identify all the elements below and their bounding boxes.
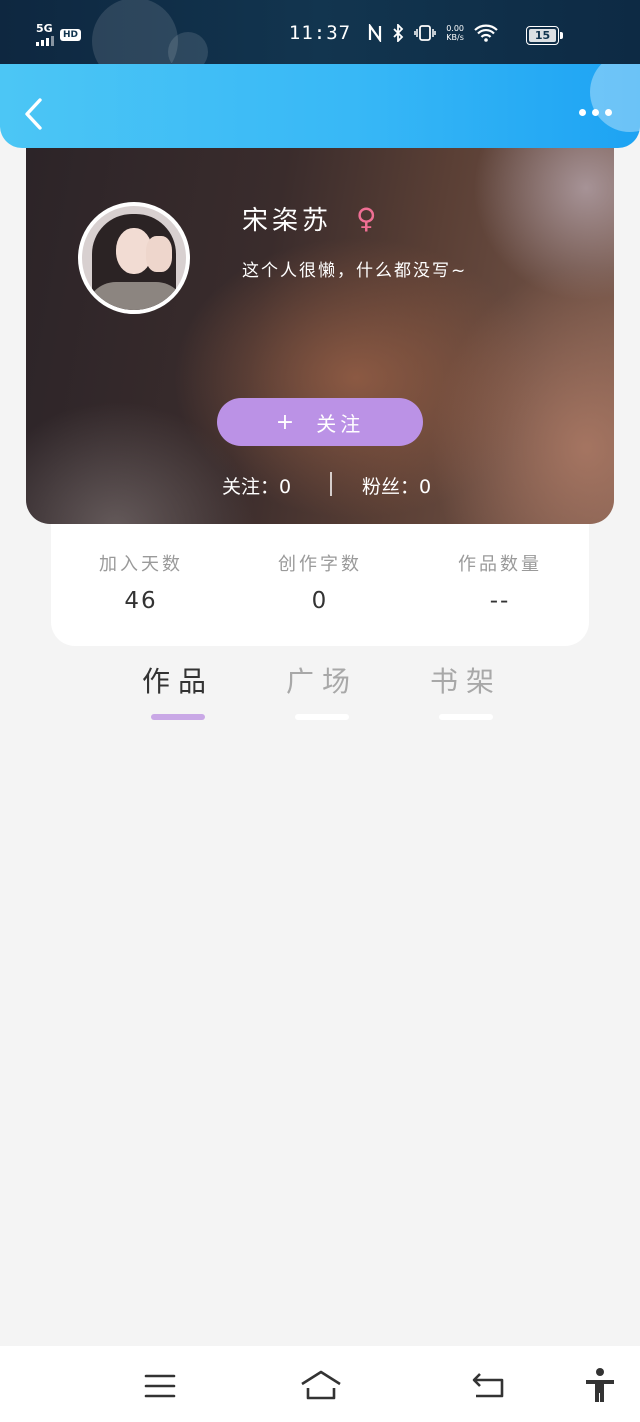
status-bar: 5G HD 11:37 0.00 KB/s 15 — [0, 0, 640, 84]
chevron-left-icon — [25, 98, 42, 130]
battery-icon: 15 — [526, 26, 563, 46]
back-icon — [472, 1373, 504, 1398]
tab-label: 作品 — [141, 665, 214, 698]
stat-join-days: 加入天数 46 — [51, 550, 231, 614]
menu-button[interactable] — [138, 1366, 182, 1406]
nickname: 宋栥苏 — [242, 206, 333, 236]
more-horizontal-icon — [579, 109, 586, 116]
following-count[interactable]: 关注：0 — [222, 472, 291, 499]
decorative-glow — [590, 64, 640, 132]
stat-value: 46 — [124, 588, 158, 614]
network-speed: 0.00 KB/s — [446, 24, 464, 42]
female-gender-icon: ♀ — [356, 202, 377, 235]
tab-label: 书架 — [429, 665, 502, 698]
accessibility-icon — [586, 1368, 614, 1402]
home-button[interactable] — [298, 1366, 344, 1406]
system-nav-bar — [0, 1346, 640, 1422]
menu-icon — [144, 1374, 176, 1398]
tab-indicator — [295, 714, 349, 720]
network-speed-unit: KB/s — [446, 33, 464, 42]
stat-label: 作品数量 — [458, 554, 542, 575]
tab-works[interactable]: 作品 — [118, 660, 238, 720]
tab-content-area — [0, 730, 640, 1340]
vibrate-icon — [414, 25, 436, 41]
home-icon — [301, 1370, 341, 1400]
nfc-icon — [369, 24, 382, 42]
wifi-icon — [474, 24, 498, 42]
back-button[interactable] — [20, 96, 50, 132]
tab-bookshelf[interactable]: 书架 — [406, 660, 526, 720]
avatar[interactable] — [78, 202, 190, 314]
follow-button-label: 关注 — [316, 411, 365, 436]
battery-level: 15 — [534, 29, 551, 42]
divider — [330, 472, 332, 496]
follow-counts: 关注：0 粉丝：0 — [26, 470, 614, 500]
tab-indicator — [439, 714, 493, 720]
follow-button[interactable]: + 关注 — [217, 398, 423, 446]
network-speed-value: 0.00 — [446, 24, 464, 33]
bio-text: 这个人很懒，什么都没写~ — [242, 261, 468, 281]
content-tabs: 作品 广场 书架 — [0, 660, 640, 724]
app-header — [0, 64, 640, 148]
stat-label: 创作字数 — [278, 554, 362, 575]
bluetooth-icon — [393, 24, 404, 42]
fans-count[interactable]: 粉丝：0 — [362, 472, 431, 499]
stat-value: 0 — [311, 588, 329, 614]
back-nav-button[interactable] — [466, 1366, 510, 1406]
stat-word-count: 创作字数 0 — [230, 550, 410, 614]
stat-value: -- — [489, 588, 511, 614]
stat-label: 加入天数 — [99, 554, 183, 575]
profile-card: 宋栥苏 ♀ 这个人很懒，什么都没写~ + 关注 关注：0 粉丝：0 — [26, 148, 614, 524]
tab-plaza[interactable]: 广场 — [262, 660, 382, 720]
more-button[interactable] — [579, 109, 612, 116]
tab-indicator — [151, 714, 205, 720]
status-icons: 0.00 KB/s — [368, 24, 498, 42]
stat-works-count: 作品数量 -- — [410, 550, 590, 614]
tab-label: 广场 — [285, 665, 358, 698]
stats-card: 加入天数 46 创作字数 0 作品数量 -- — [51, 524, 589, 646]
accessibility-button[interactable] — [580, 1366, 624, 1406]
plus-icon: + — [275, 409, 299, 435]
